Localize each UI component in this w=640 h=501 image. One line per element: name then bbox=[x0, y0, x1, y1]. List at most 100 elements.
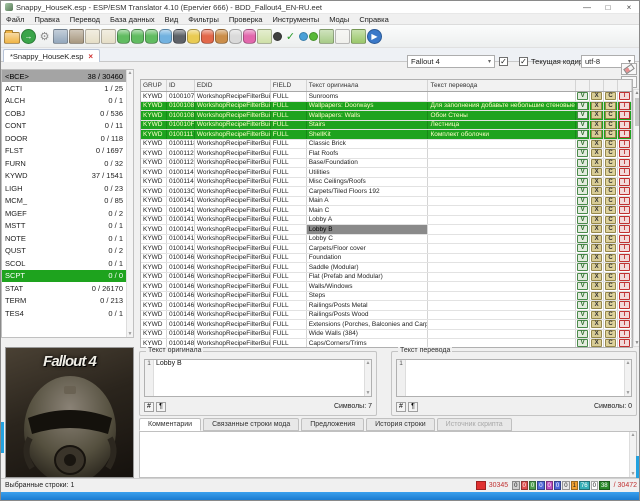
table-row[interactable]: KYWD 010010F3 WorkshopRecipeFilterBuil..… bbox=[141, 121, 632, 131]
table-row[interactable]: KYWD 0100141D WorkshopRecipeFilterBuil..… bbox=[141, 244, 632, 254]
validate-row-button[interactable]: V bbox=[577, 339, 588, 347]
group-row[interactable]: FURN 0 / 32 bbox=[2, 157, 133, 170]
group-row-all[interactable]: <ВСЕ> 38 / 30460 bbox=[2, 70, 133, 82]
copy-row-button[interactable]: C bbox=[605, 149, 616, 157]
reject-row-button[interactable]: X bbox=[591, 92, 602, 100]
menu-item[interactable]: Вид bbox=[160, 15, 184, 24]
reject-row-button[interactable]: X bbox=[591, 159, 602, 167]
reject-row-button[interactable]: X bbox=[591, 235, 602, 243]
reject-row-button[interactable]: X bbox=[591, 102, 602, 110]
comments-scrollbar[interactable]: ▲ ▼ bbox=[629, 432, 636, 477]
table-row[interactable]: KYWD 0100141A WorkshopRecipeFilterBuil..… bbox=[141, 225, 632, 235]
reject-row-button[interactable]: X bbox=[591, 121, 602, 129]
reject-row-button[interactable]: X bbox=[591, 149, 602, 157]
copy-row-button[interactable]: C bbox=[605, 121, 616, 129]
reject-row-button[interactable]: X bbox=[591, 292, 602, 300]
group-row[interactable]: SCOL 0 / 1 bbox=[2, 257, 133, 270]
info-row-button[interactable]: I bbox=[619, 301, 630, 309]
table-row[interactable]: KYWD 01001468 WorkshopRecipeFilterBuil..… bbox=[141, 320, 632, 330]
dictionary-book-icon[interactable] bbox=[335, 29, 350, 44]
group-row[interactable]: LIGH 0 / 23 bbox=[2, 182, 133, 195]
table-row[interactable]: KYWD 01001489 WorkshopRecipeFilterBuil..… bbox=[141, 330, 632, 340]
note-icon[interactable] bbox=[257, 29, 272, 44]
validate-row-button[interactable]: V bbox=[577, 140, 588, 148]
validate-row-button[interactable]: V bbox=[577, 178, 588, 186]
group-row[interactable]: ACTI 1 / 25 bbox=[2, 82, 133, 95]
group-row[interactable]: STAT 0 / 26170 bbox=[2, 282, 133, 295]
group-row[interactable]: ALCH 0 / 1 bbox=[2, 95, 133, 108]
validate-row-button[interactable]: V bbox=[577, 111, 588, 119]
table-row[interactable]: KYWD 0100141B WorkshopRecipeFilterBuil..… bbox=[141, 235, 632, 245]
copy-row-button[interactable]: C bbox=[605, 197, 616, 205]
info-row-button[interactable]: I bbox=[619, 92, 630, 100]
table-row[interactable]: KYWD 01001466 WorkshopRecipeFilterBuil..… bbox=[141, 301, 632, 311]
db-green-icon[interactable] bbox=[145, 29, 158, 44]
table-row[interactable]: KYWD 01001144 WorkshopRecipeFilterBuil..… bbox=[141, 178, 632, 188]
import-icon[interactable]: → bbox=[21, 29, 36, 44]
validate-row-button[interactable]: V bbox=[577, 206, 588, 214]
reject-row-button[interactable]: X bbox=[591, 130, 602, 138]
db-red-icon[interactable] bbox=[201, 29, 214, 44]
menu-item[interactable]: Справка bbox=[354, 15, 393, 24]
info-row-button[interactable]: I bbox=[619, 216, 630, 224]
copy-row-button[interactable]: C bbox=[605, 206, 616, 214]
col-edid[interactable]: EDID bbox=[195, 80, 271, 91]
info-row-button[interactable]: I bbox=[619, 311, 630, 319]
copy-row-button[interactable]: C bbox=[605, 311, 616, 319]
copy-row-button[interactable]: C bbox=[605, 263, 616, 271]
info-row-button[interactable]: I bbox=[619, 263, 630, 271]
copy-row-button[interactable]: C bbox=[605, 320, 616, 328]
reject-row-button[interactable]: X bbox=[591, 197, 602, 205]
table-row[interactable]: KYWD 01001465 WorkshopRecipeFilterBuil..… bbox=[141, 292, 632, 302]
paste-translation-icon[interactable] bbox=[101, 29, 116, 44]
col-grup[interactable]: GRUP bbox=[141, 80, 167, 91]
info-row-button[interactable]: I bbox=[619, 111, 630, 119]
table-row[interactable]: KYWD 01001461 WorkshopRecipeFilterBuil..… bbox=[141, 263, 632, 273]
info-row-button[interactable]: I bbox=[619, 235, 630, 243]
dot-blue-icon[interactable] bbox=[299, 32, 308, 41]
original-textarea[interactable]: 1 Lobby B ▲ ▼ bbox=[144, 359, 372, 397]
copy-row-button[interactable]: C bbox=[605, 178, 616, 186]
info-row-button[interactable]: I bbox=[619, 273, 630, 281]
table-scrollbar[interactable]: ▲ ▼ bbox=[633, 89, 640, 347]
checkbox-1[interactable]: ✓ bbox=[499, 57, 508, 66]
copy-row-button[interactable]: C bbox=[605, 159, 616, 167]
copy-row-button[interactable]: C bbox=[605, 301, 616, 309]
info-row-button[interactable]: I bbox=[619, 168, 630, 176]
reject-row-button[interactable]: X bbox=[591, 178, 602, 186]
db-blue-icon[interactable] bbox=[159, 29, 172, 44]
validate-row-button[interactable]: V bbox=[577, 282, 588, 290]
info-row-button[interactable]: I bbox=[619, 140, 630, 148]
reject-row-button[interactable]: X bbox=[591, 273, 602, 281]
table-row[interactable]: KYWD 01001460 WorkshopRecipeFilterBuil..… bbox=[141, 254, 632, 264]
reject-row-button[interactable]: X bbox=[591, 263, 602, 271]
group-row[interactable]: SCPT 0 / 0 bbox=[2, 270, 133, 283]
bottom-tab[interactable]: Источник скрипта bbox=[437, 418, 512, 431]
validate-row-button[interactable]: V bbox=[577, 102, 588, 110]
menu-item[interactable]: Проверка bbox=[224, 15, 268, 24]
group-row[interactable]: FLST 0 / 1697 bbox=[2, 145, 133, 158]
info-row-button[interactable]: I bbox=[619, 149, 630, 157]
textarea-scrollbar[interactable]: ▲ ▼ bbox=[364, 360, 371, 396]
db-yellow-icon[interactable] bbox=[187, 29, 200, 44]
menu-item[interactable]: Фильтры bbox=[183, 15, 224, 24]
gear-icon[interactable]: ⚙ bbox=[37, 28, 52, 44]
reject-row-button[interactable]: X bbox=[591, 206, 602, 214]
group-row[interactable]: CONT 0 / 11 bbox=[2, 120, 133, 133]
scroll-down-icon[interactable]: ▼ bbox=[634, 340, 640, 346]
table-row[interactable]: KYWD 01001129 WorkshopRecipeFilterBuil..… bbox=[141, 159, 632, 169]
info-row-button[interactable]: I bbox=[619, 282, 630, 290]
table-row[interactable]: KYWD 01001081 WorkshopRecipeFilterBuil..… bbox=[141, 111, 632, 121]
copy-row-button[interactable]: C bbox=[605, 187, 616, 195]
info-row-button[interactable]: I bbox=[619, 102, 630, 110]
copy-row-button[interactable]: C bbox=[605, 273, 616, 281]
validate-row-button[interactable]: V bbox=[577, 311, 588, 319]
db-import-icon[interactable] bbox=[117, 29, 130, 44]
validate-row-button[interactable]: V bbox=[577, 254, 588, 262]
group-row[interactable]: MGEF 0 / 2 bbox=[2, 207, 133, 220]
reject-row-button[interactable]: X bbox=[591, 339, 602, 347]
info-row-button[interactable]: I bbox=[619, 130, 630, 138]
info-row-button[interactable]: I bbox=[619, 187, 630, 195]
menu-item[interactable]: База данных bbox=[105, 15, 160, 24]
validate-row-button[interactable]: V bbox=[577, 225, 588, 233]
